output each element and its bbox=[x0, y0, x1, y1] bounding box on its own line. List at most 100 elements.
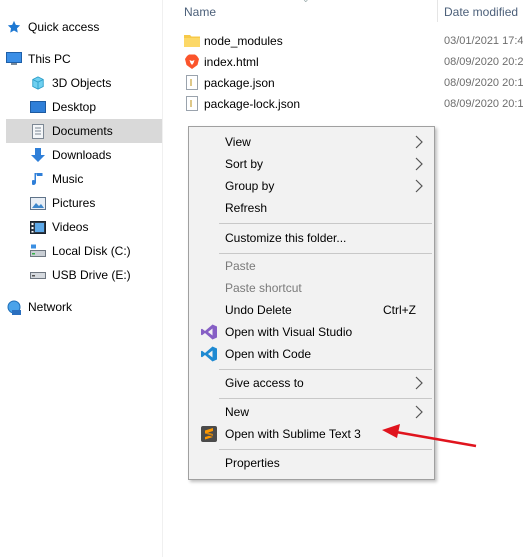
chevron-right-icon bbox=[415, 135, 423, 149]
nav-item-label: Network bbox=[28, 300, 73, 314]
nav-item-label: This PC bbox=[28, 52, 71, 66]
nav-item-pictures[interactable]: Pictures bbox=[30, 191, 162, 215]
menu-item-label: Open with Code bbox=[225, 347, 312, 361]
menu-item-sort-by[interactable]: Sort by bbox=[191, 153, 432, 175]
file-row[interactable]: node_modules 03/01/2021 17:4 bbox=[172, 30, 523, 51]
nav-item-label: USB Drive (E:) bbox=[52, 268, 131, 282]
nav-item-quick-access[interactable]: Quick access bbox=[6, 15, 162, 39]
menu-item-label: Customize this folder... bbox=[225, 231, 347, 245]
file-row[interactable]: index.html 08/09/2020 20:2 bbox=[172, 51, 523, 72]
nav-item-label: Videos bbox=[52, 220, 89, 234]
navigation-pane: Quick access This PC 3D Objects Desktop … bbox=[0, 0, 162, 557]
menu-item-label: Undo Delete bbox=[225, 303, 292, 317]
menu-separator bbox=[219, 253, 432, 254]
nav-item-music[interactable]: Music bbox=[30, 167, 162, 191]
nav-item-label: Local Disk (C:) bbox=[52, 244, 131, 258]
menu-separator bbox=[219, 398, 432, 399]
nav-item-videos[interactable]: Videos bbox=[30, 215, 162, 239]
file-name: package-lock.json bbox=[204, 96, 301, 111]
nav-item-usb-drive[interactable]: USB Drive (E:) bbox=[30, 263, 162, 287]
file-row[interactable]: package-lock.json 08/09/2020 20:1 bbox=[172, 93, 523, 114]
nav-item-documents[interactable]: Documents bbox=[6, 119, 162, 143]
menu-item-label: Group by bbox=[225, 179, 275, 193]
menu-item-properties[interactable]: Properties bbox=[191, 452, 432, 474]
network-icon bbox=[6, 299, 22, 315]
download-icon bbox=[30, 147, 46, 163]
nav-item-downloads[interactable]: Downloads bbox=[30, 143, 162, 167]
menu-separator bbox=[219, 369, 432, 370]
brave-browser-icon bbox=[184, 54, 200, 70]
chevron-right-icon bbox=[415, 376, 423, 390]
chevron-right-icon bbox=[415, 405, 423, 419]
menu-separator bbox=[219, 223, 432, 224]
menu-item-give-access[interactable]: Give access to bbox=[191, 372, 432, 394]
cube-icon bbox=[30, 75, 46, 91]
nav-item-this-pc[interactable]: This PC bbox=[6, 47, 162, 71]
nav-item-label: Pictures bbox=[52, 196, 96, 210]
nav-item-label: Music bbox=[52, 172, 84, 186]
file-date: 08/09/2020 20:1 bbox=[444, 97, 523, 110]
menu-item-open-visual-studio[interactable]: Open with Visual Studio bbox=[191, 321, 432, 343]
menu-item-undo-delete[interactable]: Undo Delete Ctrl+Z bbox=[191, 299, 432, 321]
file-name: package.json bbox=[204, 75, 275, 90]
music-note-icon bbox=[30, 171, 46, 187]
pane-divider[interactable] bbox=[162, 0, 163, 557]
file-row[interactable]: package.json 08/09/2020 20:1 bbox=[172, 72, 523, 93]
menu-item-group-by[interactable]: Group by bbox=[191, 175, 432, 197]
nav-item-label: Desktop bbox=[52, 100, 97, 114]
sublime-text-icon bbox=[200, 425, 218, 443]
document-icon bbox=[30, 123, 46, 139]
chevron-right-icon bbox=[415, 179, 423, 193]
menu-item-label: Sort by bbox=[225, 157, 264, 171]
menu-item-paste-shortcut: Paste shortcut bbox=[191, 277, 432, 299]
menu-item-customize-folder[interactable]: Customize this folder... bbox=[191, 227, 432, 249]
column-header-name[interactable]: Name bbox=[184, 5, 216, 19]
file-date: 08/09/2020 20:2 bbox=[444, 55, 523, 68]
menu-item-label: Open with Visual Studio bbox=[225, 325, 353, 339]
desktop-icon bbox=[30, 99, 46, 115]
menu-item-label: Properties bbox=[225, 456, 280, 470]
star-icon bbox=[6, 19, 22, 35]
menu-item-label: Paste shortcut bbox=[225, 281, 302, 295]
menu-item-paste: Paste bbox=[191, 255, 432, 277]
menu-item-open-with-code[interactable]: Open with Code bbox=[191, 343, 432, 365]
usb-drive-icon bbox=[30, 267, 46, 283]
nav-item-3d-objects[interactable]: 3D Objects bbox=[30, 71, 162, 95]
menu-item-label: Paste bbox=[225, 259, 256, 273]
picture-icon bbox=[30, 195, 46, 211]
column-separator[interactable] bbox=[437, 0, 438, 22]
menu-item-new[interactable]: New bbox=[191, 401, 432, 423]
file-name: node_modules bbox=[204, 33, 283, 48]
menu-item-label: New bbox=[225, 405, 250, 419]
nav-item-label: 3D Objects bbox=[52, 76, 112, 90]
chevron-right-icon bbox=[415, 157, 423, 171]
nav-item-label: Quick access bbox=[28, 20, 100, 34]
file-name: index.html bbox=[204, 54, 259, 69]
column-header-date-modified[interactable]: Date modified bbox=[444, 5, 518, 19]
menu-item-refresh[interactable]: Refresh bbox=[191, 197, 432, 219]
menu-item-label: Give access to bbox=[225, 376, 304, 390]
nav-item-network[interactable]: Network bbox=[6, 295, 162, 319]
json-file-icon bbox=[184, 75, 200, 91]
drive-icon bbox=[30, 243, 46, 259]
video-icon bbox=[30, 219, 46, 235]
column-header-row: ⌄ Name Date modified bbox=[172, 0, 523, 24]
menu-item-label: Refresh bbox=[225, 201, 268, 215]
nav-item-desktop[interactable]: Desktop bbox=[30, 95, 162, 119]
menu-item-shortcut: Ctrl+Z bbox=[383, 303, 416, 317]
menu-item-label: View bbox=[225, 135, 251, 149]
nav-item-label: Downloads bbox=[52, 148, 112, 162]
vscode-icon bbox=[200, 345, 218, 363]
folder-icon bbox=[184, 33, 200, 49]
menu-item-label: Open with Sublime Text 3 bbox=[225, 427, 361, 441]
menu-item-view[interactable]: View bbox=[191, 131, 432, 153]
file-date: 03/01/2021 17:4 bbox=[444, 34, 523, 47]
menu-item-open-sublime-text[interactable]: Open with Sublime Text 3 bbox=[191, 423, 432, 445]
visual-studio-icon bbox=[200, 323, 218, 341]
file-date: 08/09/2020 20:1 bbox=[444, 76, 523, 89]
nav-item-label: Documents bbox=[52, 124, 113, 138]
context-menu: View Sort by Group by Refresh Customize … bbox=[188, 126, 435, 480]
json-file-icon bbox=[184, 96, 200, 112]
computer-icon bbox=[6, 51, 22, 67]
nav-item-local-disk[interactable]: Local Disk (C:) bbox=[30, 239, 162, 263]
